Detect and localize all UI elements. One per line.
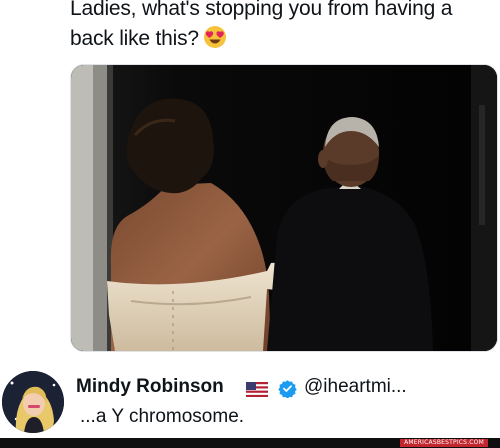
reply-display-name[interactable]: Mindy Robinson: [76, 376, 224, 398]
reply-handle[interactable]: @iheartmi...: [304, 376, 407, 398]
us-flag-icon: [246, 382, 268, 397]
tweet-photo[interactable]: [70, 64, 498, 352]
post-text: Ladies, what's stopping you from having …: [70, 0, 490, 54]
watermark: AMERICASBESTPICS.COM: [400, 439, 488, 447]
heart-eyes-emoji-icon: [203, 26, 226, 48]
reply-text: ...a Y chromosome.: [80, 406, 245, 427]
avatar[interactable]: [2, 371, 64, 433]
post-text-line2: back like this?: [70, 27, 199, 50]
verified-badge-icon: [278, 380, 297, 398]
photo-illustration: [71, 65, 497, 351]
avatar-image: [2, 371, 64, 433]
post-text-line1: Ladies, what's stopping you from having …: [70, 0, 453, 20]
